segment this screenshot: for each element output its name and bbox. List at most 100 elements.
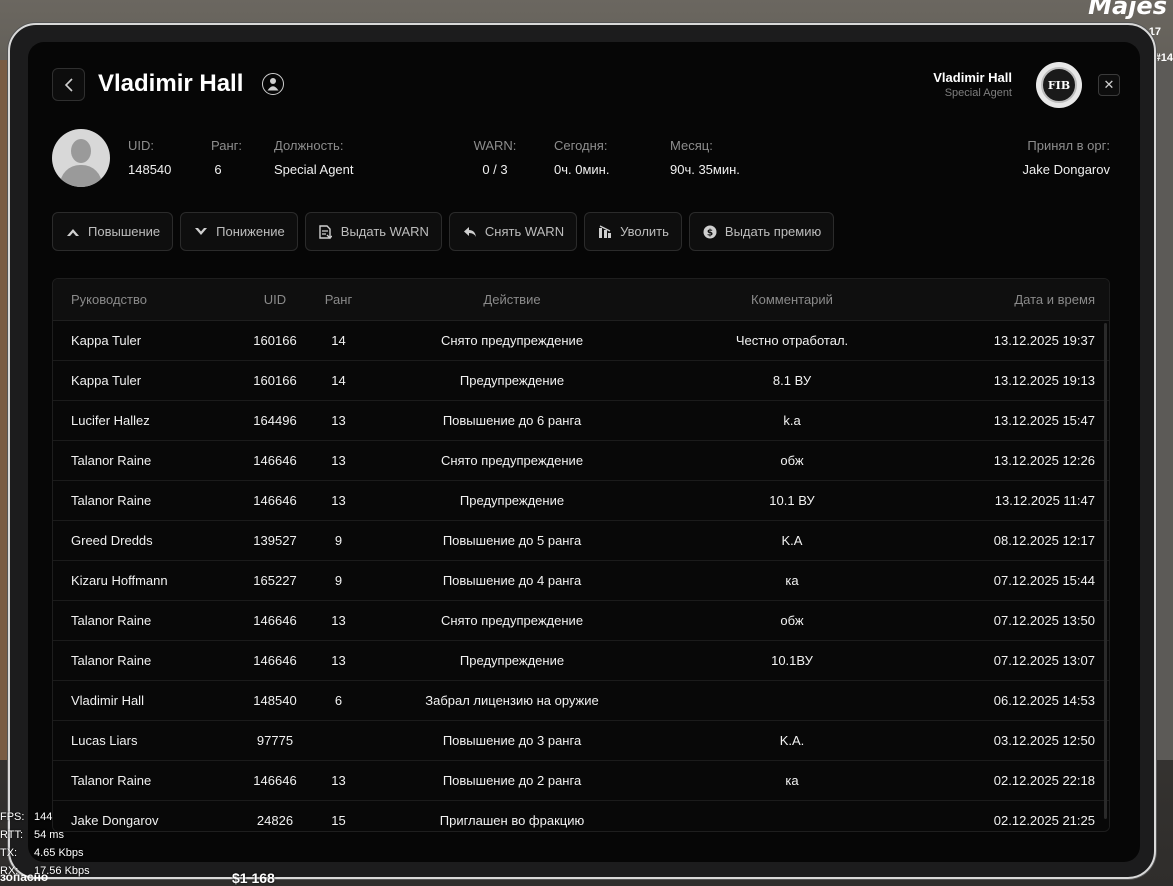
cell-manager: Kizaru Hoffmann [71,573,168,588]
document-icon [318,224,334,240]
cell-uid: 160166 [253,373,297,388]
money-hud: $1 168 [232,870,275,886]
warn-value: 0 / 3 [482,162,508,177]
cell-action: Предупреждение [459,653,565,668]
cell-comment: ка [785,573,799,588]
demote-button[interactable]: Понижение [180,212,298,251]
back-button[interactable] [52,68,85,101]
fib-seal-logo: FIB [1036,62,1082,108]
cell-datetime: 13.12.2025 15:47 [993,413,1095,428]
cell-uid: 146646 [253,453,297,468]
cell-rank: 13 [331,613,346,628]
cell-manager: Kappa Tuler [71,333,142,348]
cell-rank: 14 [331,373,346,388]
cell-manager: Greed Dredds [71,533,153,548]
cell-rank: 13 [331,493,346,508]
brand-logo-text: Majes [1088,0,1167,20]
cell-comment: K.A. [779,733,805,748]
accepted-by-label: Принял в орг: [1027,138,1110,153]
history-table: Руководство UID Ранг Действие Комментари… [52,278,1110,832]
cell-comment: обж [780,453,804,468]
position-value: Special Agent [274,162,354,177]
cell-action: Повышение до 5 ранга [442,533,582,548]
uid-label: UID: [128,138,154,153]
table-row[interactable]: Talanor Raine 146646 13 Повышение до 2 ранг… [53,761,1109,801]
today-label: Сегодня: [554,138,608,153]
header-user-role: Special Agent [944,87,1012,99]
table-row[interactable]: Lucifer Hallez 164496 13 Повышение до 6 ран… [53,401,1109,441]
fire-icon [597,224,613,240]
table-row[interactable]: Greed Dredds 139527 9 Повышение до 5 ранга K… [53,521,1109,561]
cell-rank: 13 [331,653,346,668]
table-row[interactable]: Talanor Raine 146646 13 Предупреждение 10.1В… [53,641,1109,681]
table-row[interactable]: Kappa Tuler 160166 14 Снято предупреждение Ч… [53,321,1109,361]
chevron-left-icon [64,77,73,92]
table-row[interactable]: Talanor Raine 146646 13 Снято предупреждени… [53,601,1109,641]
give-bonus-button[interactable]: $ Выдать премию [688,212,835,251]
table-header: Руководство UID Ранг Действие Комментари… [53,279,1109,321]
table-row[interactable]: Kappa Tuler 160166 14 Предупреждение 8.1 ВУ 1… [53,361,1109,401]
table-body[interactable]: Kappa Tuler 160166 14 Снято предупреждение Ч… [53,321,1109,831]
column-header-manager: Руководство [71,292,147,307]
cell-action: Предупреждение [459,373,565,388]
table-row[interactable]: Kizaru Hoffmann 165227 9 Повышение до 4 ран… [53,561,1109,601]
fib-seal-text: FIB [1041,67,1077,103]
chevron-up-icon [65,224,81,240]
cell-datetime: 13.12.2025 19:13 [993,373,1095,388]
table-row[interactable]: Talanor Raine 146646 13 Снято предупреждени… [53,441,1109,481]
warn-block: WARN: 0 / 3 [472,138,518,177]
rank-block: Ранг: 6 [211,138,242,177]
close-icon: ✕ [1103,77,1115,92]
cell-datetime: 06.12.2025 14:53 [993,693,1095,708]
svg-text:$: $ [707,228,713,238]
avatar [52,129,110,187]
cell-manager: Talanor Raine [71,613,152,628]
column-header-action: Действие [483,292,541,307]
cell-datetime: 03.12.2025 12:50 [993,733,1095,748]
cell-manager: Lucifer Hallez [71,413,150,428]
cell-comment: k.a [783,413,801,428]
fps-value: 144 [34,811,53,823]
give-warn-button[interactable]: Выдать WARN [304,212,442,251]
header-user-name: Vladimir Hall [933,70,1012,85]
table-scrollbar[interactable] [1104,323,1107,819]
cell-manager: Lucas Liars [71,733,138,748]
page-title: Vladimir Hall [98,70,244,97]
table-row[interactable]: Jake Dongarov 24826 15 Приглашен во фракцию… [53,801,1109,831]
user-icon[interactable] [262,73,284,95]
cell-manager: Talanor Raine [71,453,152,468]
tablet-screen: Vladimir Hall Vladimir Hall Special Agen… [28,42,1140,862]
cell-uid: 165227 [253,573,297,588]
remove-warn-button[interactable]: Снять WARN [448,212,578,251]
zone-status-text: зопасно [0,870,49,884]
today-block: Сегодня: 0ч. 0мин. [554,138,609,177]
column-header-rank: Ранг [324,292,353,307]
position-label: Должность: [274,138,344,153]
uid-value: 148540 [128,162,172,177]
cell-comment: 10.1 ВУ [769,493,815,508]
promote-button[interactable]: Повышение [52,212,174,251]
cell-uid: 146646 [253,613,297,628]
close-button[interactable]: ✕ [1098,74,1120,96]
cell-rank: 14 [331,333,346,348]
cell-datetime: 13.12.2025 12:26 [993,453,1095,468]
table-row[interactable]: Lucas Liars 97775 Повышение до 3 ранга K.A.… [53,721,1109,761]
cell-datetime: 13.12.2025 19:37 [993,333,1095,348]
cell-comment: 10.1ВУ [771,653,813,668]
fire-button[interactable]: Уволить [584,212,682,251]
table-row[interactable]: Vladimir Hall 148540 6 Забрал лицензию на о… [53,681,1109,721]
fps-label: FPS: [0,811,25,823]
cell-uid: 160166 [253,333,297,348]
remove-warn-button-label: Снять WARN [484,224,565,239]
rtt-label: RTT: [0,829,24,841]
demote-button-label: Понижение [216,224,285,239]
cell-uid: 97775 [256,733,294,748]
warn-label: WARN: [473,138,517,153]
table-row[interactable]: Talanor Raine 146646 13 Предупреждение 10.1 … [53,481,1109,521]
month-value: 90ч. 35мин. [670,162,740,177]
cell-rank: 13 [331,773,346,788]
cell-action: Повышение до 4 ранга [442,573,582,588]
cell-comment: Честно отработал. [735,333,849,348]
coin-icon: $ [702,224,718,240]
hud-number: #14 [1154,52,1173,64]
